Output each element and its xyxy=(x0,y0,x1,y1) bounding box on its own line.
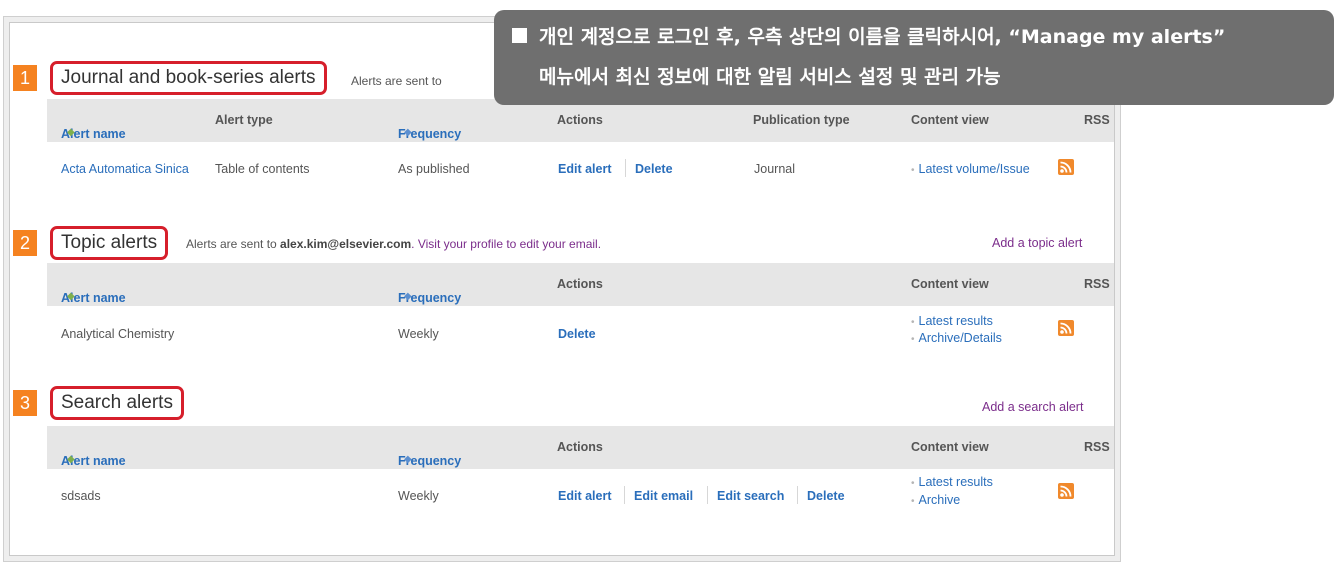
col-actions: Actions xyxy=(557,440,603,454)
square-bullet-icon xyxy=(512,28,527,43)
delete-button[interactable]: Delete xyxy=(635,162,673,176)
topic-table-header: Alert name ◆ Frequency ◆ Actions Content v… xyxy=(47,263,1114,306)
col-rss: RSS xyxy=(1084,440,1110,454)
search-table-header: Alert name ◆ Frequency ◆ Actions Content v… xyxy=(47,426,1114,469)
divider xyxy=(625,159,626,177)
journal-frequency: As published xyxy=(398,162,470,176)
sort-icon[interactable]: ◆ xyxy=(67,291,75,302)
sort-icon[interactable]: ◆ xyxy=(404,127,412,138)
alert-email: alex.kim@elsevier.com xyxy=(280,237,412,251)
col-content-view: Content view xyxy=(911,440,989,454)
topic-alerts-note: Alerts are sent to alex.kim@elsevier.com… xyxy=(186,237,602,251)
edit-alert-button[interactable]: Edit alert xyxy=(558,162,612,176)
delete-button[interactable]: Delete xyxy=(558,327,596,341)
section-number-badge-1: 1 xyxy=(13,65,37,91)
callout-line-2: 메뉴에서 최신 정보에 대한 알림 서비스 설정 및 관리 가능 xyxy=(539,66,1001,88)
journal-alerts-title: Journal and book-series alerts xyxy=(50,61,327,95)
col-actions: Actions xyxy=(557,277,603,291)
col-alert-type: Alert type xyxy=(215,113,273,127)
sort-icon[interactable]: ◆ xyxy=(67,454,75,465)
archive-details-link[interactable]: Archive/Details xyxy=(911,331,1002,345)
journal-table-header: Alert name ◆ Alert type Frequency ◆ Action… xyxy=(47,99,1114,142)
divider xyxy=(624,486,625,504)
topic-frequency: Weekly xyxy=(398,327,439,341)
add-search-alert-link[interactable]: Add a search alert xyxy=(982,400,1083,414)
journal-alert-type: Table of contents xyxy=(215,162,310,176)
journal-alert-name-link[interactable]: Acta Automatica Sinica xyxy=(61,162,189,176)
archive-link[interactable]: Archive xyxy=(911,493,961,507)
divider xyxy=(797,486,798,504)
sort-icon[interactable]: ◆ xyxy=(67,127,75,138)
add-topic-alert-link[interactable]: Add a topic alert xyxy=(992,236,1082,250)
delete-button[interactable]: Delete xyxy=(807,489,845,503)
edit-email-note[interactable]: . Visit your profile to edit your email. xyxy=(411,237,601,251)
col-rss: RSS xyxy=(1084,277,1110,291)
callout-line-1: 개인 계정으로 로그인 후, 우측 상단의 이름을 클릭하시어, “Manage… xyxy=(539,26,1226,48)
topic-alerts-title: Topic alerts xyxy=(50,226,169,260)
topic-alert-name: Analytical Chemistry xyxy=(61,327,175,341)
journal-publication-type: Journal xyxy=(754,162,795,176)
col-publication-type: Publication type xyxy=(753,113,850,127)
section-number-badge-3: 3 xyxy=(13,390,37,416)
latest-volume-issue-link[interactable]: Latest volume/Issue xyxy=(911,162,1030,176)
col-content-view: Content view xyxy=(911,277,989,291)
edit-search-button[interactable]: Edit search xyxy=(717,489,784,503)
latest-results-link[interactable]: Latest results xyxy=(911,314,993,328)
journal-alerts-note: Alerts are sent to xyxy=(351,74,442,88)
search-alerts-title: Search alerts xyxy=(50,386,184,420)
rss-icon[interactable] xyxy=(1058,483,1074,499)
col-rss: RSS xyxy=(1084,113,1110,127)
sort-icon[interactable]: ◆ xyxy=(404,291,412,302)
edit-alert-button[interactable]: Edit alert xyxy=(558,489,612,503)
edit-email-button[interactable]: Edit email xyxy=(634,489,693,503)
search-alert-name: sdsads xyxy=(61,489,101,503)
divider xyxy=(707,486,708,504)
rss-icon[interactable] xyxy=(1058,320,1074,336)
rss-icon[interactable] xyxy=(1058,159,1074,175)
col-content-view: Content view xyxy=(911,113,989,127)
instruction-callout: 개인 계정으로 로그인 후, 우측 상단의 이름을 클릭하시어, “Manage… xyxy=(494,10,1334,105)
sort-icon[interactable]: ◆ xyxy=(404,454,412,465)
col-actions: Actions xyxy=(557,113,603,127)
section-number-badge-2: 2 xyxy=(13,230,37,256)
search-frequency: Weekly xyxy=(398,489,439,503)
latest-results-link[interactable]: Latest results xyxy=(911,475,993,489)
